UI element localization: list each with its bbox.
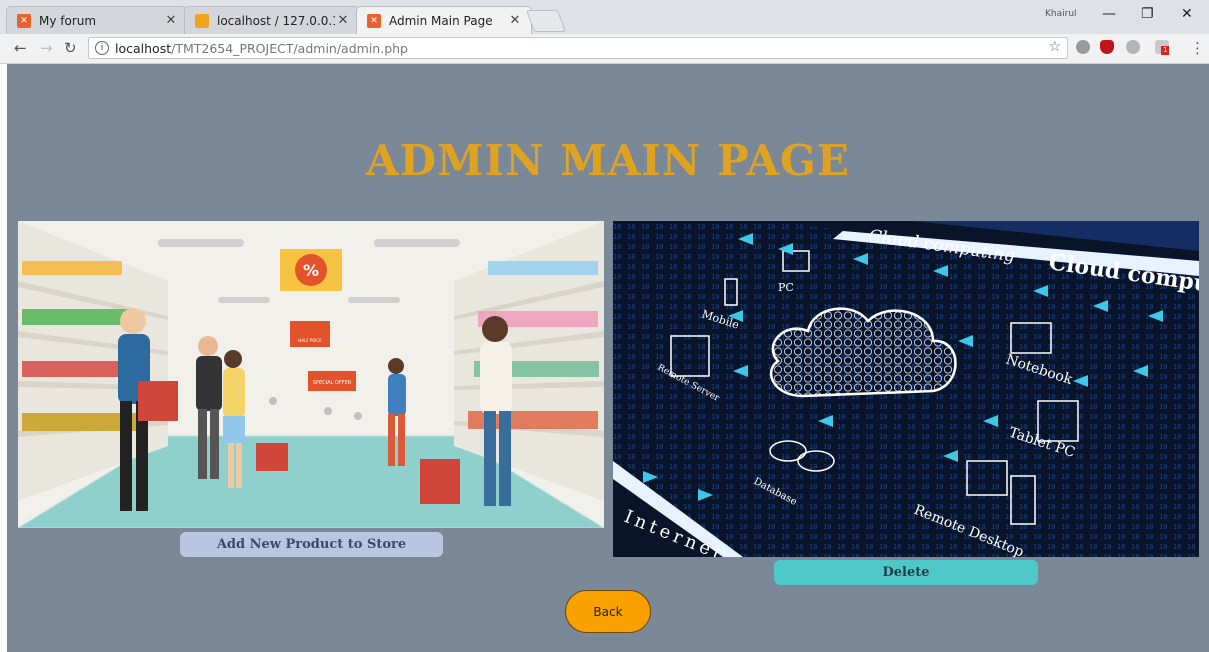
bookmark-star-icon[interactable]: ☆	[1048, 39, 1061, 55]
half-price-sign: HALF PRICE	[298, 338, 322, 343]
supermarket-illustration: % HALF PRICE SPECIAL OFFER	[18, 221, 604, 528]
tab-title: Admin Main Page	[389, 13, 493, 28]
tab-phpmyadmin[interactable]: localhost / 127.0.0.1 / we ✕	[184, 6, 360, 34]
phpmyadmin-icon	[195, 13, 209, 28]
store-image: % HALF PRICE SPECIAL OFFER	[18, 221, 604, 528]
profile-name[interactable]: Khairul	[1045, 9, 1077, 19]
minimize-icon[interactable]: —	[1102, 6, 1116, 22]
discount-sign: %	[303, 261, 319, 280]
extension-icon[interactable]	[1126, 40, 1140, 54]
add-product-button[interactable]: Add New Product to Store	[180, 532, 443, 557]
browser-toolbar: ← → ↻ i localhost/TMT2654_PROJECT/admin/…	[0, 34, 1209, 64]
cloud-image: 10 Cloud computing Cloud compu	[613, 221, 1199, 557]
forward-arrow-icon[interactable]: →	[40, 39, 53, 57]
url-host: localhost	[115, 40, 172, 56]
back-button[interactable]: Back	[565, 590, 651, 633]
xampp-icon: ✕	[17, 13, 31, 28]
ublock-icon[interactable]	[1100, 40, 1114, 54]
pc-label: PC	[778, 281, 794, 294]
address-bar[interactable]: i localhost/TMT2654_PROJECT/admin/admin.…	[88, 37, 1068, 59]
tab-title: My forum	[39, 13, 97, 28]
page-title: ADMIN MAIN PAGE	[366, 136, 850, 185]
tab-admin-main-page[interactable]: ✕ Admin Main Page ✕	[356, 6, 532, 34]
tab-my-forum[interactable]: ✕ My forum ✕	[6, 6, 188, 34]
restore-icon[interactable]: ❐	[1141, 6, 1154, 22]
delete-button[interactable]: Delete	[774, 560, 1038, 585]
back-arrow-icon[interactable]: ←	[14, 39, 27, 57]
close-icon[interactable]: ✕	[163, 13, 179, 28]
special-offer-sign: SPECIAL OFFER	[313, 380, 352, 386]
extension-badge: 1	[1161, 46, 1170, 55]
close-icon[interactable]: ✕	[335, 13, 351, 28]
new-tab-button[interactable]	[525, 10, 567, 32]
browser-tabstrip: ✕ My forum ✕ localhost / 127.0.0.1 / we …	[0, 0, 1209, 34]
reload-icon[interactable]: ↻	[64, 39, 77, 57]
close-window-icon[interactable]: ✕	[1181, 6, 1193, 22]
menu-icon[interactable]: ⋮	[1190, 39, 1205, 57]
cloud-computing-illustration: 10 Cloud computing Cloud compu	[613, 221, 1199, 557]
xampp-icon: ✕	[367, 13, 381, 28]
info-icon[interactable]: i	[95, 41, 109, 55]
extension-icon[interactable]: 1	[1155, 40, 1170, 55]
close-icon[interactable]: ✕	[507, 13, 523, 28]
extension-icon[interactable]	[1076, 40, 1090, 54]
tab-title: localhost / 127.0.0.1 / we	[217, 13, 335, 28]
url-path: /TMT2654_PROJECT/admin/admin.php	[171, 40, 408, 56]
page-body: ADMIN MAIN PAGE % HALF PRICE SPECIAL OFF…	[7, 64, 1209, 652]
